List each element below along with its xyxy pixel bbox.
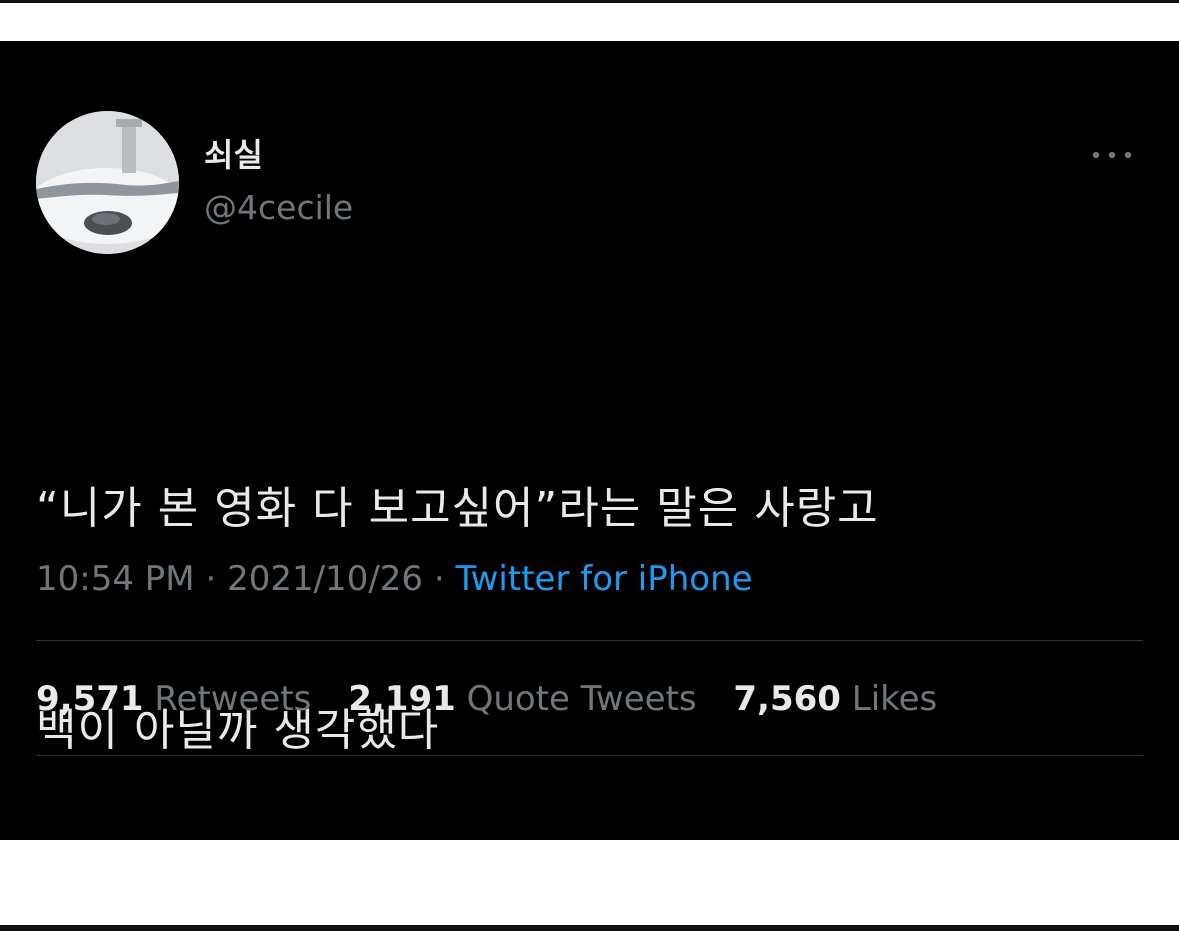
tweet-time[interactable]: 10:54 PM [36, 559, 195, 599]
more-horizontal-icon[interactable] [1086, 141, 1138, 169]
quote-tweets-stat[interactable]: 2,191 Quote Tweets [348, 678, 696, 720]
tweet-text: “니가 본 영화 다 보고싶어”라는 말은 사랑고 백이 아닐까 생각했다 [36, 324, 1136, 916]
quote-tweets-count: 2,191 [348, 679, 456, 719]
retweets-stat[interactable]: 9,571 Retweets [36, 678, 311, 720]
retweets-label: Retweets [154, 679, 312, 719]
top-border [0, 0, 1179, 3]
display-name[interactable]: 쇠실 [204, 135, 263, 175]
meta-separator: · [205, 559, 217, 599]
likes-stat[interactable]: 7,560 Likes [733, 678, 937, 720]
avatar-image [36, 111, 179, 254]
retweets-count: 9,571 [36, 679, 144, 719]
quote-tweets-label: Quote Tweets [466, 679, 697, 719]
divider [36, 640, 1143, 641]
meta-separator: · [433, 559, 445, 599]
username[interactable]: @4cecile [204, 188, 353, 228]
likes-label: Likes [851, 679, 938, 719]
tweet-source-link[interactable]: Twitter for iPhone [455, 559, 752, 599]
divider [36, 755, 1143, 756]
tweet-text-line-1: “니가 본 영화 다 보고싶어”라는 말은 사랑고 [36, 483, 879, 534]
tweet-stats: 9,571 Retweets 2,191 Quote Tweets 7,560 … [36, 678, 963, 720]
bottom-border [0, 925, 1179, 931]
tweet-card: 쇠실 @4cecile “니가 본 영화 다 보고싶어”라는 말은 사랑고 백이… [0, 41, 1179, 840]
tweet-date[interactable]: 2021/10/26 [227, 559, 423, 599]
likes-count: 7,560 [733, 679, 841, 719]
tweet-meta: 10:54 PM · 2021/10/26 · Twitter for iPho… [36, 558, 753, 600]
avatar[interactable] [36, 111, 179, 254]
